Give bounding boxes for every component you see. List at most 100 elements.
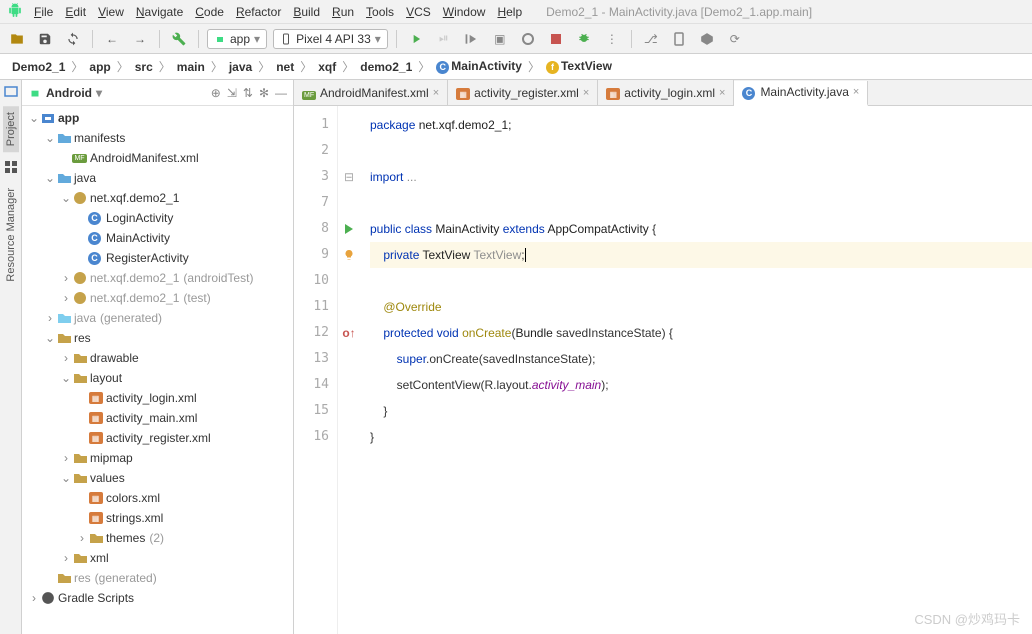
attach-icon[interactable] bbox=[517, 28, 539, 50]
avd-icon[interactable] bbox=[668, 28, 690, 50]
sort-icon[interactable]: ⇅ bbox=[243, 86, 253, 100]
line-number-gutter: 12378910111213141516 bbox=[294, 106, 338, 634]
breadcrumb-item[interactable]: demo2_1 bbox=[356, 58, 416, 76]
close-tab-icon[interactable]: × bbox=[433, 87, 439, 99]
menu-window[interactable]: Window bbox=[437, 3, 492, 21]
tree-node[interactable]: ▦strings.xml bbox=[22, 508, 293, 528]
editor-tab[interactable]: MFAndroidManifest.xml× bbox=[294, 80, 448, 105]
run-config-label: app bbox=[230, 32, 250, 46]
tree-node[interactable]: ▦activity_login.xml bbox=[22, 388, 293, 408]
menu-build[interactable]: Build bbox=[287, 3, 326, 21]
build-icon[interactable] bbox=[168, 28, 190, 50]
hide-icon[interactable]: — bbox=[275, 86, 287, 100]
close-tab-icon[interactable]: × bbox=[583, 87, 589, 99]
tree-node[interactable]: ›mipmap bbox=[22, 448, 293, 468]
tree-node[interactable]: ›java(generated) bbox=[22, 308, 293, 328]
menu-code[interactable]: Code bbox=[189, 3, 230, 21]
main-toolbar: ← → app ▾ Pixel 4 API 33 ▾ ⏯ ▣ ⋮ ⎇ ⟳ bbox=[0, 24, 1032, 54]
profile-icon[interactable]: ▣ bbox=[489, 28, 511, 50]
menu-view[interactable]: View bbox=[92, 3, 130, 21]
tree-node[interactable]: ⌄net.xqf.demo2_1 bbox=[22, 188, 293, 208]
menu-help[interactable]: Help bbox=[491, 3, 528, 21]
back-icon[interactable]: ← bbox=[101, 28, 123, 50]
app-icon bbox=[8, 3, 22, 20]
tree-node[interactable]: CRegisterActivity bbox=[22, 248, 293, 268]
menu-navigate[interactable]: Navigate bbox=[130, 3, 189, 21]
editor-tab[interactable]: ▦activity_register.xml× bbox=[448, 80, 598, 105]
git-icon[interactable]: ⎇ bbox=[640, 28, 662, 50]
code-editor[interactable]: package net.xqf.demo2_1;import ...public… bbox=[360, 106, 1032, 634]
resource-manager-icon[interactable] bbox=[4, 160, 18, 174]
sync-icon[interactable] bbox=[62, 28, 84, 50]
settings-icon[interactable]: ✻ bbox=[259, 86, 269, 100]
save-icon[interactable] bbox=[34, 28, 56, 50]
breadcrumb-item[interactable]: java bbox=[225, 58, 256, 76]
run-config-selector[interactable]: app ▾ bbox=[207, 29, 267, 49]
target-icon[interactable]: ⊕ bbox=[211, 86, 221, 100]
menu-vcs[interactable]: VCS bbox=[400, 3, 437, 21]
tree-node[interactable]: ▦activity_main.xml bbox=[22, 408, 293, 428]
tree-node[interactable]: ▦colors.xml bbox=[22, 488, 293, 508]
editor-tab[interactable]: ▦activity_login.xml× bbox=[598, 80, 734, 105]
device-label: Pixel 4 API 33 bbox=[296, 32, 371, 46]
sdk-icon[interactable] bbox=[696, 28, 718, 50]
expand-icon[interactable]: ⇲ bbox=[227, 86, 237, 100]
breadcrumb-item[interactable]: main bbox=[173, 58, 209, 76]
bug-icon[interactable] bbox=[573, 28, 595, 50]
breadcrumb-item[interactable]: app bbox=[85, 58, 114, 76]
tree-node[interactable]: ⌄layout bbox=[22, 368, 293, 388]
project-tree: ⌄app⌄manifestsMFAndroidManifest.xml⌄java… bbox=[22, 106, 293, 634]
debug-icon[interactable]: ⏯ bbox=[433, 28, 455, 50]
device-selector[interactable]: Pixel 4 API 33 ▾ bbox=[273, 29, 388, 49]
tree-node[interactable]: ›net.xqf.demo2_1(test) bbox=[22, 288, 293, 308]
menu-edit[interactable]: Edit bbox=[59, 3, 92, 21]
tree-node[interactable]: MFAndroidManifest.xml bbox=[22, 148, 293, 168]
tree-node[interactable]: ›drawable bbox=[22, 348, 293, 368]
tree-node[interactable]: ▦activity_register.xml bbox=[22, 428, 293, 448]
tree-node[interactable]: ⌄manifests bbox=[22, 128, 293, 148]
editor-area: MFAndroidManifest.xml×▦activity_register… bbox=[294, 80, 1032, 634]
menu-refactor[interactable]: Refactor bbox=[230, 3, 287, 21]
coverage-icon[interactable] bbox=[461, 28, 483, 50]
gradle-sync-icon[interactable]: ⟳ bbox=[724, 28, 746, 50]
project-sidebar: Android ▾ ⊕ ⇲ ⇅ ✻ — ⌄app⌄manifestsMFAndr… bbox=[22, 80, 294, 634]
menu-tools[interactable]: Tools bbox=[360, 3, 400, 21]
run-icon[interactable] bbox=[405, 28, 427, 50]
tree-node[interactable]: CMainActivity bbox=[22, 228, 293, 248]
sidebar-header: Android ▾ ⊕ ⇲ ⇅ ✻ — bbox=[22, 80, 293, 106]
project-tool-icon[interactable] bbox=[4, 84, 18, 98]
stop-icon[interactable] bbox=[545, 28, 567, 50]
window-title: Demo2_1 - MainActivity.java [Demo2_1.app… bbox=[546, 5, 1024, 19]
menu-run[interactable]: Run bbox=[326, 3, 360, 21]
menu-bar: FileEditViewNavigateCodeRefactorBuildRun… bbox=[0, 0, 1032, 24]
close-tab-icon[interactable]: × bbox=[853, 86, 859, 98]
gutter-icons: ⊟o↑ bbox=[338, 106, 360, 634]
editor-tab[interactable]: CMainActivity.java× bbox=[734, 81, 868, 106]
breadcrumb-item[interactable]: src bbox=[131, 58, 157, 76]
more-icon[interactable]: ⋮ bbox=[601, 28, 623, 50]
breadcrumb-item[interactable]: Demo2_1 bbox=[8, 58, 69, 76]
tree-node[interactable]: ⌄values bbox=[22, 468, 293, 488]
tree-node[interactable]: ⌄java bbox=[22, 168, 293, 188]
sidebar-view-selector[interactable]: Android ▾ bbox=[28, 86, 102, 100]
tree-node[interactable]: ›themes(2) bbox=[22, 528, 293, 548]
open-icon[interactable] bbox=[6, 28, 28, 50]
editor-tabs: MFAndroidManifest.xml×▦activity_register… bbox=[294, 80, 1032, 106]
breadcrumb-item[interactable]: CMainActivity bbox=[432, 57, 526, 76]
close-tab-icon[interactable]: × bbox=[719, 87, 725, 99]
tree-node[interactable]: ⌄res bbox=[22, 328, 293, 348]
tree-node[interactable]: ›Gradle Scripts bbox=[22, 588, 293, 608]
resource-manager-tab[interactable]: Resource Manager bbox=[3, 182, 19, 288]
tree-node[interactable]: ›net.xqf.demo2_1(androidTest) bbox=[22, 268, 293, 288]
forward-icon[interactable]: → bbox=[129, 28, 151, 50]
breadcrumb-item[interactable]: net bbox=[272, 58, 298, 76]
breadcrumb-item[interactable]: fTextView bbox=[542, 57, 616, 76]
breadcrumb: Demo2_1〉app〉src〉main〉java〉net〉xqf〉demo2_… bbox=[0, 54, 1032, 80]
tree-node[interactable]: ⌄app bbox=[22, 108, 293, 128]
tree-node[interactable]: CLoginActivity bbox=[22, 208, 293, 228]
breadcrumb-item[interactable]: xqf bbox=[314, 58, 340, 76]
menu-file[interactable]: File bbox=[28, 3, 59, 21]
tree-node[interactable]: res(generated) bbox=[22, 568, 293, 588]
project-tool-tab[interactable]: Project bbox=[3, 106, 19, 152]
tree-node[interactable]: ›xml bbox=[22, 548, 293, 568]
